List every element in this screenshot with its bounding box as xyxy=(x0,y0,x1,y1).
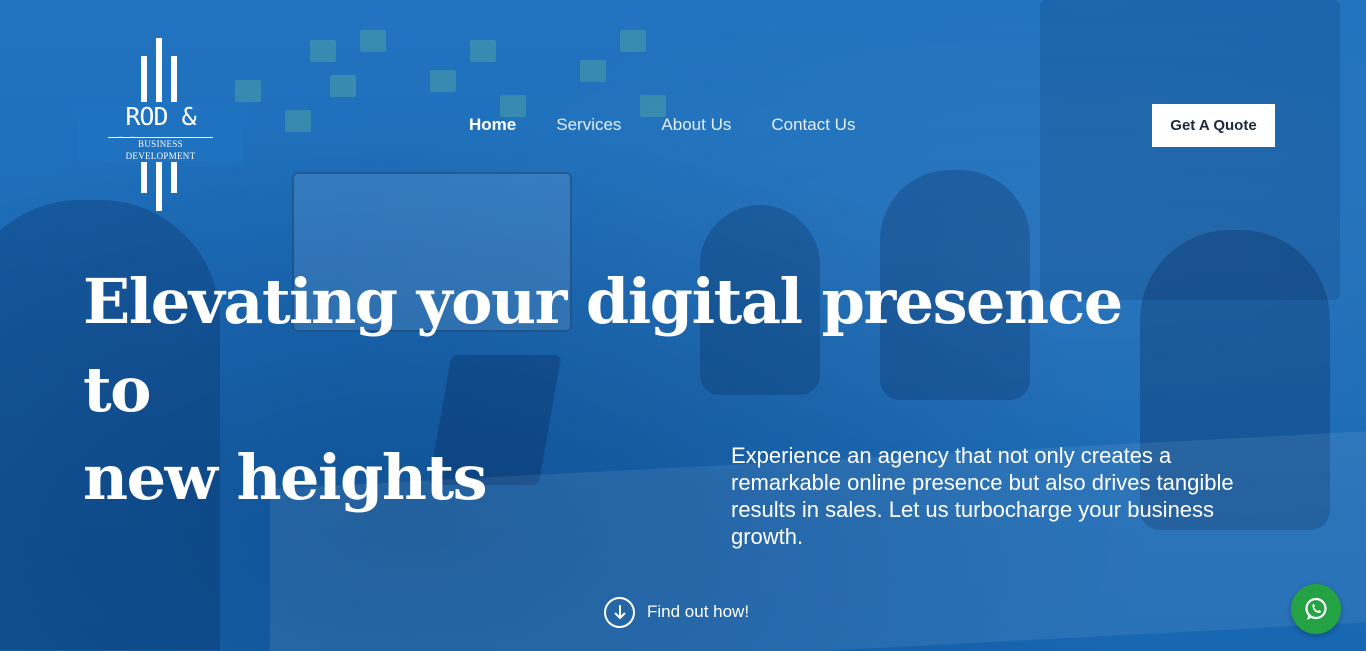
get-a-quote-button[interactable]: Get A Quote xyxy=(1152,104,1275,147)
logo-tagline: BUSINESS DEVELOPMENT xyxy=(108,137,213,162)
hero-headline-line-1: Elevating your digital presence to xyxy=(83,265,1123,426)
arrow-down-circle-icon xyxy=(604,596,635,628)
find-out-how-link[interactable]: Find out how! xyxy=(604,596,749,628)
whatsapp-icon xyxy=(1305,597,1327,620)
whatsapp-chat-button[interactable] xyxy=(1291,584,1341,634)
background-sticky-note xyxy=(470,40,496,62)
nav-item-services[interactable]: Services xyxy=(556,115,621,137)
nav-item-home[interactable]: Home xyxy=(469,115,516,137)
background-sticky-note xyxy=(640,95,666,117)
background-sticky-note xyxy=(430,70,456,92)
background-sticky-note xyxy=(285,110,311,132)
background-sticky-note xyxy=(580,60,606,82)
company-logo[interactable]: ROD & COMPANY BUSINESS DEVELOPMENT xyxy=(78,38,243,213)
nav-item-about-us[interactable]: About Us xyxy=(661,115,731,137)
background-sticky-note xyxy=(310,40,336,62)
background-sticky-note xyxy=(620,30,646,52)
hero-subtext: Experience an agency that not only creat… xyxy=(731,443,1234,549)
background-sticky-note xyxy=(330,75,356,97)
nav-item-contact-us[interactable]: Contact Us xyxy=(771,115,855,137)
background-sticky-note xyxy=(360,30,386,52)
hero-headline-line-2: new heights xyxy=(83,441,488,514)
main-nav: Home Services About Us Contact Us xyxy=(469,115,855,137)
background-sticky-note xyxy=(500,95,526,117)
find-out-how-label: Find out how! xyxy=(647,602,750,621)
